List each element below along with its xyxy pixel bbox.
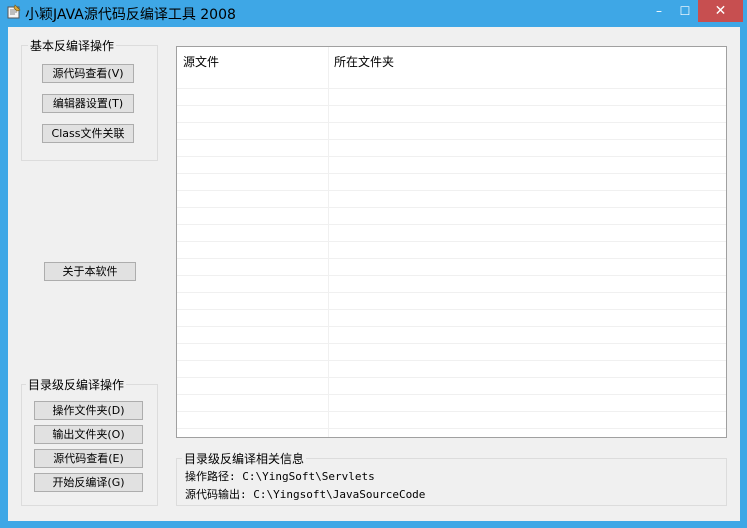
source-output-text: 源代码输出: C:\Yingsoft\JavaSourceCode: [185, 488, 426, 501]
minimize-button[interactable]: –: [646, 0, 672, 22]
maximize-button[interactable]: ☐: [672, 0, 698, 22]
title-bar[interactable]: 小颖JAVA源代码反编译工具 2008 – ☐ ✕: [0, 0, 747, 27]
class-file-association-button[interactable]: Class文件关联: [42, 124, 134, 143]
column-header-source-file[interactable]: 源文件: [183, 53, 219, 70]
dir-view-source-button[interactable]: 源代码查看(E): [34, 449, 143, 468]
start-decompile-button[interactable]: 开始反编译(G): [34, 473, 143, 492]
column-divider: [328, 47, 329, 437]
column-header-folder[interactable]: 所在文件夹: [334, 53, 394, 70]
operation-folder-button[interactable]: 操作文件夹(D): [34, 401, 143, 420]
list-header: 源文件 所在文件夹: [177, 47, 726, 72]
close-button[interactable]: ✕: [698, 0, 743, 22]
output-folder-button[interactable]: 输出文件夹(O): [34, 425, 143, 444]
client-area: 基本反编译操作 源代码查看(V) 编辑器设置(T) Class文件关联 关于本软…: [8, 27, 740, 521]
directory-info-group-label: 目录级反编译相关信息: [182, 450, 307, 467]
app-icon: [7, 4, 21, 19]
operation-path-text: 操作路径: C:\YingSoft\Servlets: [185, 470, 375, 483]
directory-decompile-group-label: 目录级反编译操作: [26, 376, 127, 393]
basic-decompile-group-label: 基本反编译操作: [28, 37, 117, 54]
app-window: 小颖JAVA源代码反编译工具 2008 – ☐ ✕ 基本反编译操作 源代码查看(…: [0, 0, 747, 528]
source-file-list[interactable]: 源文件 所在文件夹: [176, 46, 727, 438]
window-title: 小颖JAVA源代码反编译工具 2008: [25, 7, 236, 23]
list-rows: [177, 72, 726, 437]
editor-settings-button[interactable]: 编辑器设置(T): [42, 94, 134, 113]
view-source-button[interactable]: 源代码查看(V): [42, 64, 134, 83]
about-button[interactable]: 关于本软件: [44, 262, 136, 281]
